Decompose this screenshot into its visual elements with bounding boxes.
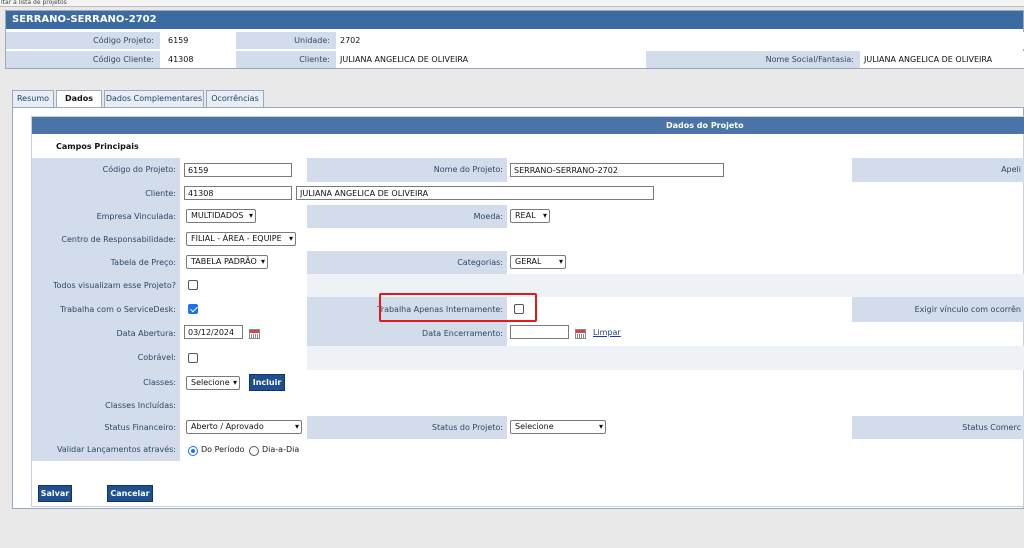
chevron-down-icon: ▾ xyxy=(558,257,563,266)
tab-ocorrencias[interactable]: Ocorrências xyxy=(206,90,264,108)
row-cobravel-fill xyxy=(307,346,1024,370)
status-proj-label: Status do Projeto: xyxy=(307,416,507,439)
abertura-input[interactable] xyxy=(184,325,243,339)
status-com-label: Status Comerc xyxy=(852,416,1024,439)
calendar-icon[interactable] xyxy=(575,329,586,339)
row-datas: Data Abertura: Data Encerramento: Limpar xyxy=(32,322,1024,346)
validar-label: Validar Lançamentos através: xyxy=(32,439,180,461)
empresa-value: MULTIDADOS xyxy=(191,211,244,220)
row-centro: Centro de Responsabilidade: FILIAL - ÁRE… xyxy=(32,228,1024,251)
row-classes-incluidas: Classes Incluídas: xyxy=(32,395,1024,416)
cliente-nome-input[interactable] xyxy=(296,186,654,200)
back-to-projects-link[interactable]: ltar à lista de projetos xyxy=(0,0,1024,7)
classes-select[interactable]: Selecione ▾ xyxy=(186,376,240,390)
row-codigo: Código do Projeto: Nome do Projeto: Apel… xyxy=(32,158,1024,182)
nome-projeto-label: Nome do Projeto: xyxy=(307,158,507,182)
chevron-down-icon: ▾ xyxy=(294,422,299,431)
empresa-label: Empresa Vinculada: xyxy=(32,205,180,228)
cliente-label: Cliente: xyxy=(236,51,336,68)
tabela-label: Tabela de Preço: xyxy=(32,251,180,274)
incluir-button[interactable]: Incluir xyxy=(249,374,285,391)
row-cobravel: Cobrável: xyxy=(32,346,1024,370)
centro-select[interactable]: FILIAL - ÁREA - EQUIPE ▾ xyxy=(186,232,296,246)
row-empresa: Empresa Vinculada: MULTIDADOS ▾ Moeda: RE… xyxy=(32,205,1024,228)
status-fin-select[interactable]: Aberto / Aprovado ▾ xyxy=(186,420,302,434)
encerramento-label: Data Encerramento: xyxy=(307,322,507,346)
salvar-button[interactable]: Salvar xyxy=(38,485,72,502)
moeda-label: Moeda: xyxy=(307,205,507,228)
servicedesk-label: Trabalha com o ServiceDesk: xyxy=(32,297,180,322)
exigir-label: Exigir vínculo com ocorrên xyxy=(852,297,1024,322)
categorias-label: Categorias: xyxy=(307,251,507,274)
cobravel-label: Cobrável: xyxy=(32,346,180,370)
todos-label: Todos visualizam esse Projeto? xyxy=(32,274,180,297)
row-validar: Validar Lançamentos através: Do Período … xyxy=(32,439,1024,461)
calendar-icon[interactable] xyxy=(249,329,260,339)
status-fin-value: Aberto / Aprovado xyxy=(191,422,264,431)
chevron-down-icon: ▾ xyxy=(288,234,293,243)
empresa-select[interactable]: MULTIDADOS ▾ xyxy=(186,209,256,223)
chevron-down-icon: ▾ xyxy=(248,211,253,220)
cliente-label: Cliente: xyxy=(32,182,180,205)
diadia-radio[interactable] xyxy=(249,446,259,456)
status-fin-label: Status Financeiro: xyxy=(32,416,180,439)
codigo-projeto-label: Código Projeto: xyxy=(6,32,160,49)
limpar-link[interactable]: Limpar xyxy=(593,328,621,337)
servicedesk-checkbox[interactable] xyxy=(188,304,198,314)
centro-value: FILIAL - ÁREA - EQUIPE xyxy=(191,234,282,243)
periodo-label: Do Período xyxy=(201,445,245,454)
unidade-label: Unidade: xyxy=(236,32,336,49)
highlight-box xyxy=(379,293,537,322)
classes-label: Classes: xyxy=(32,370,180,395)
status-proj-select[interactable]: Selecione ▾ xyxy=(510,420,606,434)
abertura-label: Data Abertura: xyxy=(32,322,180,346)
codigo-cliente-value: 41308 xyxy=(164,51,236,68)
chevron-down-icon: ▾ xyxy=(598,422,603,431)
nome-projeto-input[interactable] xyxy=(510,163,724,177)
diadia-label: Dia-a-Dia xyxy=(262,445,300,454)
header-row-1: Código Projeto: 6159 Unidade: 2702 xyxy=(6,32,1024,49)
moeda-select[interactable]: REAL ▾ xyxy=(510,209,550,223)
codigo-projeto-value: 6159 xyxy=(164,32,236,49)
row-tabela: Tabela de Preço: TABELA PADRÃO ▾ Categori… xyxy=(32,251,1024,274)
encerramento-input[interactable] xyxy=(510,325,569,339)
row-cliente: Cliente: xyxy=(32,182,1024,205)
tabela-value: TABELA PADRÃO xyxy=(191,257,257,266)
tabela-select[interactable]: TABELA PADRÃO ▾ xyxy=(186,255,268,269)
row-status: Status Financeiro: Aberto / Aprovado ▾ St… xyxy=(32,416,1024,439)
cancelar-button[interactable]: Cancelar xyxy=(107,485,153,502)
chevron-down-icon: ▾ xyxy=(542,211,547,220)
apelido-label: Apeli xyxy=(852,158,1024,182)
classes-value: Selecione xyxy=(191,378,230,387)
project-title: SERRANO-SERRANO-2702 xyxy=(6,11,1023,29)
tab-resumo[interactable]: Resumo xyxy=(12,90,54,108)
todos-checkbox[interactable] xyxy=(188,280,198,290)
status-proj-value: Selecione xyxy=(515,422,554,431)
moeda-value: REAL xyxy=(515,211,536,220)
chevron-down-icon: ▾ xyxy=(232,378,237,387)
classes-incluidas-label: Classes Incluídas: xyxy=(32,395,180,416)
codigo-cliente-label: Código Cliente: xyxy=(6,51,160,68)
tab-dados-complementares[interactable]: Dados Complementares xyxy=(104,90,204,108)
row-classes: Classes: Selecione ▾ Incluir xyxy=(32,370,1024,395)
cliente-codigo-input[interactable] xyxy=(184,186,292,200)
centro-label: Centro de Responsabilidade: xyxy=(32,228,180,251)
unidade-value: 2702 xyxy=(336,32,1024,49)
header-row-2: Código Cliente: 41308 Cliente: JULIANA A… xyxy=(6,51,1024,68)
periodo-radio[interactable] xyxy=(188,446,198,456)
project-header: SERRANO-SERRANO-2702 Código Projeto: 615… xyxy=(5,10,1024,69)
categorias-value: GERAL xyxy=(515,257,542,266)
cobravel-checkbox[interactable] xyxy=(188,353,198,363)
chevron-down-icon: ▾ xyxy=(260,257,265,266)
nome-social-value: JULIANA ANGELICA DE OLIVEIRA xyxy=(860,51,1024,68)
nome-social-label: Nome Social/Fantasia: xyxy=(646,51,860,68)
categorias-select[interactable]: GERAL ▾ xyxy=(510,255,566,269)
codigo-projeto-input[interactable] xyxy=(184,163,292,177)
codigo-projeto-label: Código do Projeto: xyxy=(32,158,180,182)
section-bar: Dados do Projeto xyxy=(32,117,1024,134)
section-title: Campos Principais xyxy=(56,142,139,151)
cliente-value: JULIANA ANGELICA DE OLIVEIRA xyxy=(336,51,646,68)
